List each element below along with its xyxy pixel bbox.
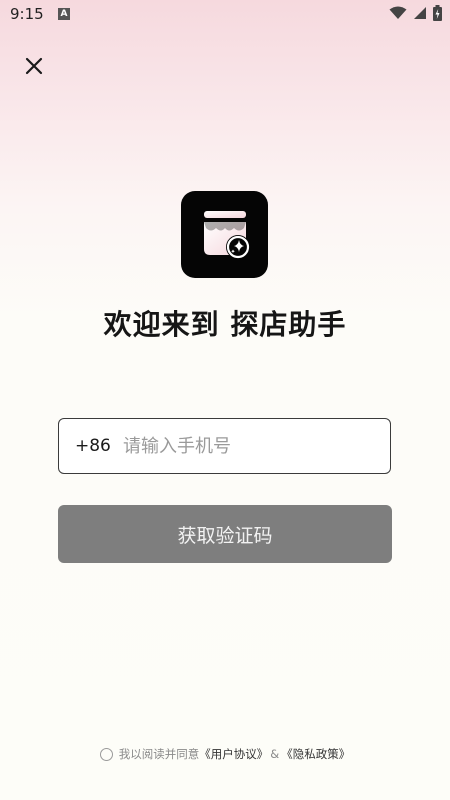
agreement-prefix: 我以阅读并同意	[118, 747, 200, 761]
agreement-radio[interactable]	[99, 747, 113, 761]
get-verification-code-button[interactable]: 获取验证码	[58, 505, 392, 563]
cell-signal-icon	[414, 7, 426, 19]
phone-input[interactable]	[121, 434, 375, 458]
phone-input-box[interactable]: +86	[58, 418, 391, 474]
app-logo	[181, 191, 268, 278]
wifi-icon	[389, 6, 407, 19]
notification-icon: A	[58, 8, 70, 20]
status-bar: 9:15 A	[0, 0, 450, 30]
agreement-row: 我以阅读并同意 《用户协议》 & 《隐私政策》	[0, 746, 450, 762]
close-button[interactable]	[20, 52, 48, 80]
country-code[interactable]: +86	[75, 436, 115, 456]
privacy-policy-link[interactable]: 《隐私政策》	[281, 746, 350, 762]
agreement-separator: &	[270, 747, 280, 761]
storefront-sparkle-icon	[203, 210, 250, 259]
battery-charging-icon	[433, 5, 442, 21]
close-icon	[25, 57, 43, 75]
user-agreement-link[interactable]: 《用户协议》	[199, 746, 268, 762]
system-icons	[389, 5, 442, 21]
welcome-title: 欢迎来到 探店助手	[103, 308, 347, 341]
status-time: 9:15	[10, 5, 44, 23]
